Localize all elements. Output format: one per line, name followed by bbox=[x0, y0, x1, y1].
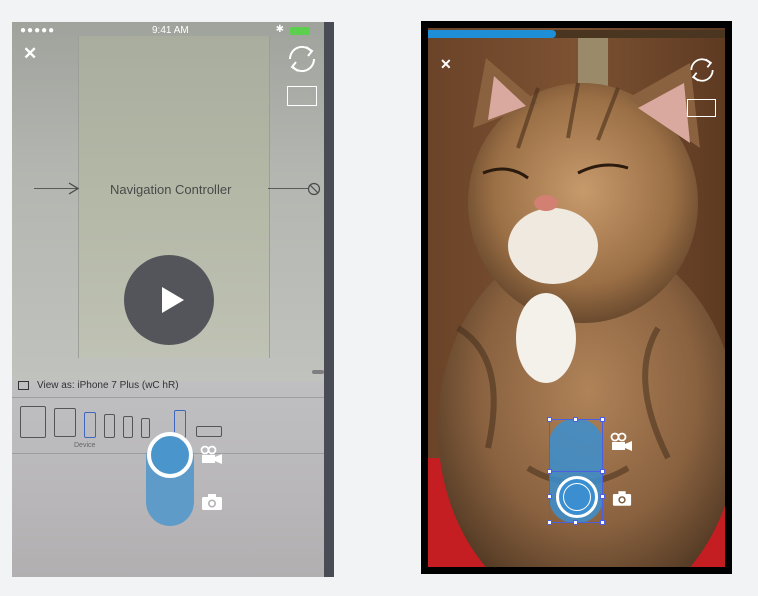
flip-camera-icon[interactable] bbox=[284, 42, 320, 76]
segue-no-entry-icon bbox=[307, 182, 321, 196]
photo-camera-icon[interactable] bbox=[612, 490, 632, 507]
resize-handle[interactable] bbox=[600, 417, 605, 422]
scroll-handle bbox=[312, 370, 324, 374]
shutter-button-icon bbox=[563, 483, 591, 511]
resize-handle[interactable] bbox=[600, 469, 605, 474]
device-iphone-icon[interactable] bbox=[104, 414, 115, 438]
photo-camera-icon[interactable] bbox=[201, 493, 223, 511]
progress-track bbox=[428, 30, 725, 38]
panel-toggle-icon bbox=[18, 380, 29, 390]
device-ipad-icon[interactable] bbox=[54, 408, 76, 437]
recording-progress-bar bbox=[428, 30, 556, 38]
close-button[interactable]: ✕ bbox=[23, 44, 37, 64]
view-as-bar: View as: iPhone 7 Plus (wC hR) bbox=[18, 380, 179, 391]
screen-edge-strip bbox=[324, 22, 334, 577]
signal-indicator: ●●●●● bbox=[20, 25, 56, 36]
right-phone-frame: ✕ bbox=[421, 21, 732, 574]
left-phone-screen: Navigation Controller ●●●●● 9:41 AM ✱ ✕ … bbox=[12, 22, 334, 577]
flip-camera-icon[interactable] bbox=[686, 54, 718, 86]
camera-preview: ✕ bbox=[428, 28, 725, 567]
resize-handle[interactable] bbox=[573, 520, 578, 525]
resize-handle[interactable] bbox=[600, 494, 605, 499]
battery-icon bbox=[290, 27, 310, 35]
resize-handle[interactable] bbox=[547, 469, 552, 474]
selection-divider bbox=[549, 471, 603, 472]
aspect-frame-icon[interactable] bbox=[287, 86, 317, 106]
segue-arrow-right bbox=[268, 188, 308, 189]
status-time: 9:41 AM bbox=[152, 25, 189, 36]
close-button[interactable]: ✕ bbox=[440, 56, 452, 73]
resize-handle[interactable] bbox=[547, 417, 552, 422]
play-button[interactable] bbox=[124, 255, 214, 345]
device-iphone-se-icon[interactable] bbox=[123, 416, 133, 438]
shutter-button[interactable] bbox=[147, 432, 193, 478]
resize-handle[interactable] bbox=[547, 494, 552, 499]
resize-handle[interactable] bbox=[573, 417, 578, 422]
resize-handle[interactable] bbox=[547, 520, 552, 525]
arrow-head-icon bbox=[68, 182, 80, 195]
device-label: Device bbox=[74, 442, 96, 449]
video-camera-icon[interactable] bbox=[610, 432, 634, 452]
device-iphone-4-icon[interactable] bbox=[141, 418, 150, 438]
device-iphone-plus-icon[interactable] bbox=[84, 412, 96, 438]
view-as-label: View as: iPhone 7 Plus (wC hR) bbox=[37, 380, 179, 391]
status-bar: ●●●●● 9:41 AM ✱ bbox=[12, 22, 324, 40]
aspect-frame-icon[interactable] bbox=[687, 99, 716, 117]
resize-handle[interactable] bbox=[600, 520, 605, 525]
scene-label: Navigation Controller bbox=[110, 182, 232, 197]
play-icon bbox=[162, 287, 184, 313]
bluetooth-icon: ✱ bbox=[275, 24, 284, 35]
orientation-landscape-icon[interactable] bbox=[196, 426, 222, 437]
divider bbox=[12, 397, 324, 398]
video-camera-icon[interactable] bbox=[200, 445, 224, 465]
device-ipad-large-icon[interactable] bbox=[20, 406, 46, 438]
